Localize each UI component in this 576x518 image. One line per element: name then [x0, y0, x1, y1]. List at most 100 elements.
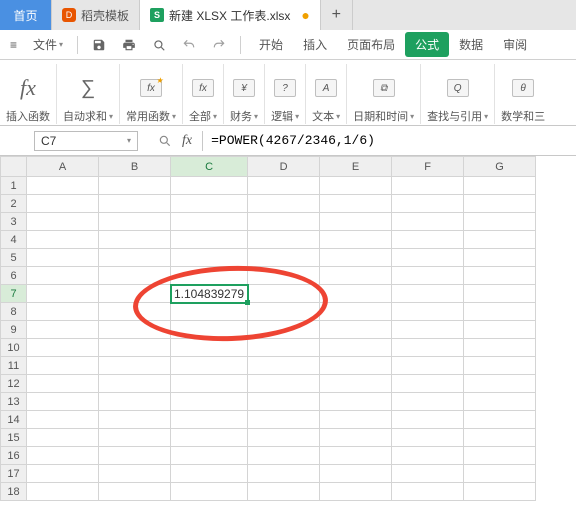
- tab-current-document[interactable]: S 新建 XLSX 工作表.xlsx ●: [140, 0, 321, 30]
- quick-undo-icon[interactable]: [176, 34, 202, 56]
- quick-save-icon[interactable]: [86, 34, 112, 56]
- cell[interactable]: [320, 375, 392, 393]
- column-header[interactable]: B: [99, 157, 171, 177]
- ribbon-tab-1[interactable]: 插入: [293, 32, 337, 57]
- cell[interactable]: [99, 447, 171, 465]
- ribbon-datetime[interactable]: ⧉ 日期和时间▾: [347, 64, 421, 124]
- column-header[interactable]: C: [171, 157, 248, 177]
- row-header[interactable]: 15: [1, 429, 27, 447]
- ribbon-logical[interactable]: ? 逻辑▾: [265, 64, 306, 124]
- cell[interactable]: [27, 483, 99, 501]
- row-header[interactable]: 17: [1, 465, 27, 483]
- cell[interactable]: [171, 177, 248, 195]
- row-header[interactable]: 7: [1, 285, 27, 303]
- cell[interactable]: [464, 321, 536, 339]
- cell[interactable]: [320, 465, 392, 483]
- cell[interactable]: [464, 465, 536, 483]
- cell[interactable]: [464, 411, 536, 429]
- cell[interactable]: [464, 285, 536, 303]
- quick-preview-icon[interactable]: [146, 34, 172, 56]
- cell[interactable]: [392, 177, 464, 195]
- row-header[interactable]: 2: [1, 195, 27, 213]
- cell[interactable]: [320, 447, 392, 465]
- row-header[interactable]: 14: [1, 411, 27, 429]
- cell[interactable]: [27, 285, 99, 303]
- spreadsheet-grid[interactable]: ABCDEFG12345671.104839279891011121314151…: [0, 156, 576, 501]
- cell[interactable]: [171, 447, 248, 465]
- name-box[interactable]: C7 ▾: [34, 131, 138, 151]
- cell[interactable]: [27, 195, 99, 213]
- cell[interactable]: [27, 177, 99, 195]
- tab-home[interactable]: 首页: [0, 0, 52, 30]
- cell[interactable]: [171, 411, 248, 429]
- cell[interactable]: [248, 231, 320, 249]
- cell[interactable]: [171, 339, 248, 357]
- column-header[interactable]: D: [248, 157, 320, 177]
- cell[interactable]: [27, 393, 99, 411]
- ribbon-text[interactable]: A 文本▾: [306, 64, 347, 124]
- cell[interactable]: [248, 195, 320, 213]
- cell[interactable]: [392, 393, 464, 411]
- cell[interactable]: [99, 231, 171, 249]
- cell[interactable]: [320, 321, 392, 339]
- row-header[interactable]: 11: [1, 357, 27, 375]
- cell[interactable]: [392, 267, 464, 285]
- cell[interactable]: [248, 177, 320, 195]
- cell[interactable]: [320, 483, 392, 501]
- ribbon-tab-3[interactable]: 公式: [405, 32, 449, 57]
- cell[interactable]: [464, 195, 536, 213]
- cell[interactable]: [27, 375, 99, 393]
- cell[interactable]: [27, 321, 99, 339]
- ribbon-math[interactable]: θ 数学和三: [495, 64, 551, 124]
- ribbon-all[interactable]: fx 全部▾: [183, 64, 224, 124]
- cell[interactable]: [392, 465, 464, 483]
- cell[interactable]: [99, 321, 171, 339]
- cell[interactable]: [99, 213, 171, 231]
- cell[interactable]: [392, 429, 464, 447]
- cell[interactable]: [464, 357, 536, 375]
- cell[interactable]: [392, 285, 464, 303]
- cell[interactable]: [171, 231, 248, 249]
- cell[interactable]: [27, 465, 99, 483]
- cell[interactable]: [392, 231, 464, 249]
- cell[interactable]: [464, 339, 536, 357]
- cell[interactable]: [464, 231, 536, 249]
- cell[interactable]: [27, 249, 99, 267]
- ribbon-tab-5[interactable]: 审阅: [493, 32, 537, 57]
- cell[interactable]: [320, 267, 392, 285]
- cell[interactable]: [320, 213, 392, 231]
- cell[interactable]: [171, 321, 248, 339]
- cell[interactable]: [320, 393, 392, 411]
- cell[interactable]: [392, 357, 464, 375]
- cell[interactable]: [248, 303, 320, 321]
- cell[interactable]: [99, 357, 171, 375]
- cell[interactable]: [27, 411, 99, 429]
- ribbon-autosum[interactable]: ∑ 自动求和▾: [57, 64, 120, 124]
- ribbon-financial[interactable]: ¥ 财务▾: [224, 64, 265, 124]
- column-header[interactable]: E: [320, 157, 392, 177]
- cell[interactable]: [248, 285, 320, 303]
- cell[interactable]: [320, 177, 392, 195]
- fx-indicator[interactable]: fx: [158, 133, 192, 149]
- cell[interactable]: [27, 231, 99, 249]
- cell[interactable]: [99, 249, 171, 267]
- menu-three-lines-icon[interactable]: ≡: [4, 34, 23, 56]
- cell[interactable]: [171, 375, 248, 393]
- cell[interactable]: [248, 267, 320, 285]
- cell[interactable]: [27, 339, 99, 357]
- cell[interactable]: [27, 429, 99, 447]
- ribbon-tab-4[interactable]: 数据: [449, 32, 493, 57]
- ribbon-insert-function[interactable]: fx 插入函数: [0, 64, 57, 124]
- cell[interactable]: [464, 267, 536, 285]
- cell[interactable]: [27, 267, 99, 285]
- cell[interactable]: [392, 213, 464, 231]
- cell[interactable]: [248, 465, 320, 483]
- cell[interactable]: [320, 231, 392, 249]
- cell[interactable]: [248, 429, 320, 447]
- ribbon-tab-2[interactable]: 页面布局: [337, 32, 405, 57]
- cell[interactable]: [171, 465, 248, 483]
- ribbon-tab-0[interactable]: 开始: [249, 32, 293, 57]
- row-header[interactable]: 12: [1, 375, 27, 393]
- cell[interactable]: [99, 339, 171, 357]
- cell[interactable]: [464, 303, 536, 321]
